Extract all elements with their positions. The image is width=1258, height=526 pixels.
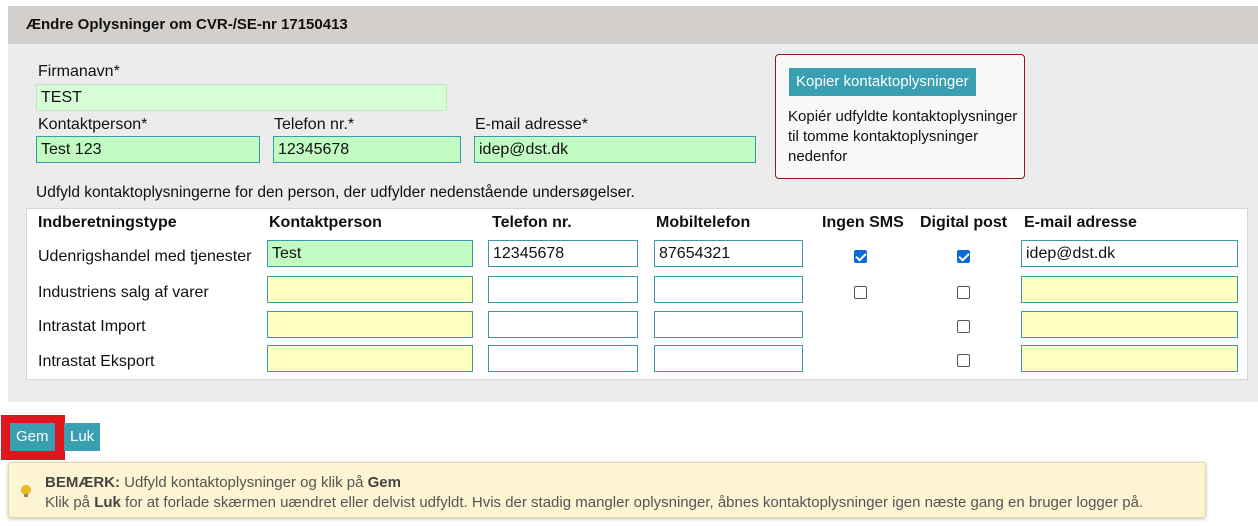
- phone-field[interactable]: [273, 136, 461, 163]
- row-phone-field[interactable]: [488, 345, 638, 372]
- company-name-label: Firmanavn*: [38, 63, 120, 80]
- col-header-type: Indberetningstype: [38, 214, 177, 231]
- row-contact-field[interactable]: [267, 345, 473, 372]
- close-button[interactable]: Luk: [64, 423, 101, 451]
- copy-contact-button[interactable]: Kopier kontaktoplysninger: [789, 68, 976, 96]
- row-contact-field[interactable]: [267, 240, 473, 267]
- col-header-contact: Kontaktperson: [269, 214, 382, 231]
- email-label: E-mail adresse*: [475, 116, 588, 133]
- contact-person-label: Kontaktperson*: [38, 116, 148, 133]
- row-email-field[interactable]: [1021, 345, 1238, 372]
- row-type-label: Intrastat Eksport: [38, 353, 155, 370]
- row-type-label: Industriens salg af varer: [38, 284, 209, 301]
- row-email-field[interactable]: [1021, 240, 1238, 267]
- row-digital-post-checkbox[interactable]: [957, 250, 970, 263]
- col-header-digital-post: Digital post: [920, 214, 1008, 231]
- row-mobile-field[interactable]: [654, 311, 803, 338]
- note-box: BEMÆRK: Udfyld kontaktoplysninger og kli…: [8, 462, 1206, 518]
- row-type-label: Udenrigshandel med tjenester: [38, 248, 252, 265]
- note-close-ref: Luk: [94, 494, 121, 511]
- row-digital-post-checkbox[interactable]: [957, 286, 970, 299]
- save-button[interactable]: Gem: [10, 423, 55, 451]
- col-header-phone: Telefon nr.: [492, 214, 572, 231]
- copy-contact-box: Kopier kontaktoplysninger Kopiér udfyldt…: [775, 54, 1025, 179]
- row-no-sms-checkbox[interactable]: [854, 286, 867, 299]
- row-phone-field[interactable]: [488, 240, 638, 267]
- company-name-field: [36, 84, 447, 111]
- note-line1: Udfyld kontaktoplysninger og klik på: [124, 474, 364, 491]
- row-no-sms-checkbox[interactable]: [854, 250, 867, 263]
- row-mobile-field[interactable]: [654, 276, 803, 303]
- row-phone-field[interactable]: [488, 311, 638, 338]
- col-header-no-sms: Ingen SMS: [822, 214, 904, 231]
- email-field[interactable]: [474, 136, 756, 163]
- note-line2-suffix: for at forlade skærmen uændret eller del…: [125, 494, 1144, 511]
- panel-title: Ændre Oplysninger om CVR-/SE-nr 17150413: [8, 6, 1258, 44]
- copy-contact-description: Kopiér udfyldte kontaktoplysninger til t…: [788, 108, 1018, 165]
- row-digital-post-checkbox[interactable]: [957, 320, 970, 333]
- row-contact-field[interactable]: [267, 276, 473, 303]
- phone-label: Telefon nr.*: [274, 116, 355, 133]
- row-mobile-field[interactable]: [654, 240, 803, 267]
- note-save-ref: Gem: [367, 474, 401, 491]
- note-text: BEMÆRK: Udfyld kontaktoplysninger og kli…: [45, 473, 1143, 513]
- col-header-mobile: Mobiltelefon: [656, 214, 751, 231]
- row-type-label: Intrastat Import: [38, 318, 146, 335]
- row-phone-field[interactable]: [488, 276, 638, 303]
- row-digital-post-checkbox[interactable]: [957, 354, 970, 367]
- col-header-email: E-mail adresse: [1024, 214, 1137, 231]
- row-contact-field[interactable]: [267, 311, 473, 338]
- row-mobile-field[interactable]: [654, 345, 803, 372]
- note-label: BEMÆRK:: [45, 474, 120, 491]
- lightbulb-icon: [21, 485, 31, 497]
- note-line2-prefix: Klik på: [45, 494, 91, 511]
- instruction-text: Udfyld kontaktoplysningerne for den pers…: [36, 184, 635, 201]
- row-email-field[interactable]: [1021, 311, 1238, 338]
- row-email-field[interactable]: [1021, 276, 1238, 303]
- contact-person-field[interactable]: [36, 136, 260, 163]
